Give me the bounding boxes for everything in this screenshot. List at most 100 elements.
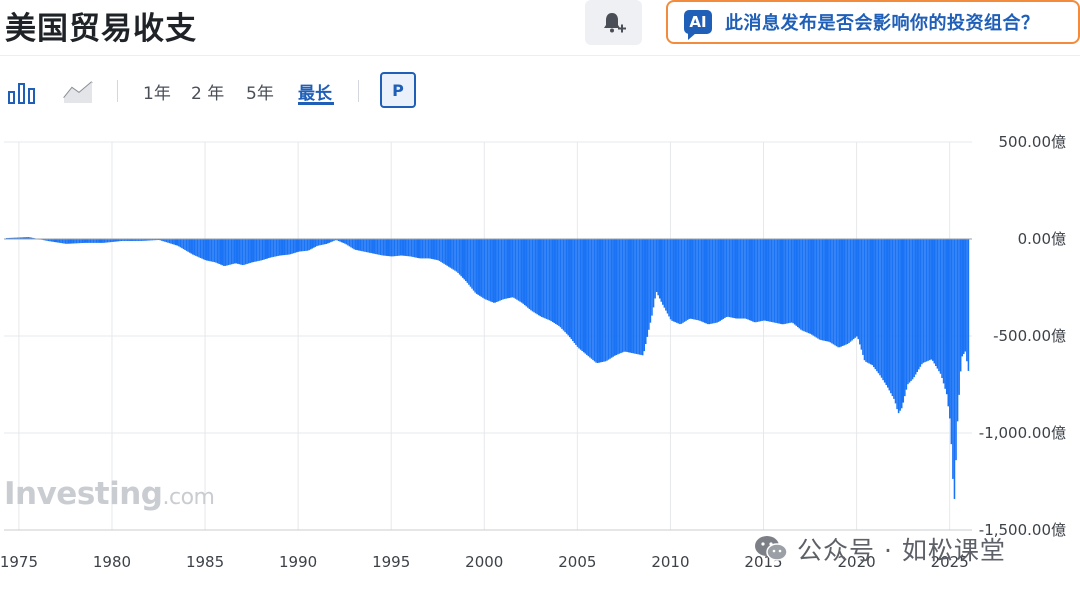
x-tick-label: 1975 — [0, 553, 38, 571]
chart-bar — [215, 239, 217, 263]
chart-bar — [776, 239, 779, 324]
chart-bar — [415, 239, 417, 258]
chart-bar — [421, 239, 424, 259]
chart-bar — [280, 239, 282, 256]
chart-bar — [468, 239, 470, 285]
chart-bar — [696, 239, 698, 321]
chart-bar — [862, 239, 864, 355]
chart-bar — [237, 239, 239, 264]
chart-bar — [570, 239, 573, 340]
chart-bar — [100, 239, 103, 243]
chart-bar — [556, 239, 559, 325]
chart-bar — [652, 239, 655, 308]
chart-bar — [375, 239, 377, 255]
chart-bar — [176, 239, 179, 246]
chart-bar — [733, 239, 735, 319]
chart-bar — [294, 239, 296, 253]
chart-bar — [178, 239, 180, 247]
chart-bar — [274, 239, 276, 257]
chart-bar — [745, 239, 748, 319]
chart-bar — [941, 239, 943, 379]
chart-bar — [275, 239, 278, 257]
chart-bar — [694, 239, 697, 320]
chart-bar — [750, 239, 753, 321]
chart-bar — [311, 239, 314, 249]
chart-bar — [593, 239, 596, 362]
chart-bar — [598, 239, 600, 363]
chart-bar — [770, 239, 773, 322]
chart-bar — [316, 239, 318, 247]
chart-bar — [308, 239, 310, 251]
chart-bar — [601, 239, 604, 362]
chart-bar — [769, 239, 771, 322]
chart-bar — [75, 239, 78, 244]
chart-bar — [497, 239, 500, 302]
chart-bar — [873, 239, 875, 368]
chart-bar — [195, 239, 197, 256]
chart-bar — [773, 239, 776, 323]
chart-bar — [358, 239, 360, 251]
chart-bar — [963, 239, 965, 354]
chart-bar — [792, 239, 794, 324]
chart-bar — [249, 239, 251, 263]
chart-bar — [939, 239, 942, 374]
chart-bar — [688, 239, 690, 319]
chart-bar — [725, 239, 728, 317]
chart-bar — [60, 239, 62, 244]
chart-bar — [787, 239, 790, 324]
chart-bar — [77, 239, 79, 244]
chart-bar — [852, 239, 855, 340]
chart-bar — [508, 239, 511, 298]
chart-bar — [345, 239, 348, 245]
chart-bar — [885, 239, 887, 385]
chart-bar — [682, 239, 684, 323]
chart-bar — [370, 239, 372, 254]
chart-bar — [64, 239, 67, 244]
chart-bar — [795, 239, 798, 326]
chart-bar — [460, 239, 462, 277]
chart-bar — [935, 239, 937, 367]
chart-bar — [641, 239, 644, 356]
chart-bar — [806, 239, 808, 333]
chart-bar — [606, 239, 608, 361]
chart-bar — [810, 239, 813, 335]
chart-bar — [168, 239, 171, 244]
chart-bar — [364, 239, 366, 252]
chart-bar — [283, 239, 286, 256]
chart-bar — [238, 239, 241, 265]
chart-bar — [461, 239, 464, 278]
chart-bar — [342, 239, 345, 243]
chart-bar — [434, 239, 436, 260]
chart-bar — [559, 239, 562, 328]
chart-bar — [927, 239, 929, 361]
y-tick-label: 0.00億 — [1018, 230, 1066, 248]
chart-bar — [762, 239, 765, 321]
chart-bar — [918, 239, 920, 370]
chart-bar — [765, 239, 768, 321]
chart-bar — [537, 239, 540, 316]
chart-bar — [458, 239, 461, 275]
chart-bar — [201, 239, 203, 259]
chart-bar — [767, 239, 770, 322]
chart-bar — [894, 239, 897, 404]
chart-bar — [568, 239, 571, 338]
chart-bar — [295, 239, 298, 253]
chart-bar — [953, 239, 956, 499]
chart-bar — [644, 239, 647, 345]
chart-bar — [629, 239, 632, 353]
y-tick-label: -500.00億 — [993, 327, 1066, 345]
chart-bar — [247, 239, 250, 264]
chart-bar — [876, 239, 878, 372]
chart-bar — [367, 239, 369, 253]
chart-bar — [57, 239, 59, 243]
chart-bar — [854, 239, 856, 338]
chart-bar — [869, 239, 872, 365]
chart-bar — [285, 239, 287, 255]
chart-bar — [778, 239, 780, 324]
chart-bar — [595, 239, 597, 363]
chart-bar — [826, 239, 829, 342]
chart-bar — [945, 239, 948, 395]
chart-bar — [469, 239, 472, 287]
chart-bar — [97, 239, 99, 243]
chart-bar — [353, 239, 355, 250]
